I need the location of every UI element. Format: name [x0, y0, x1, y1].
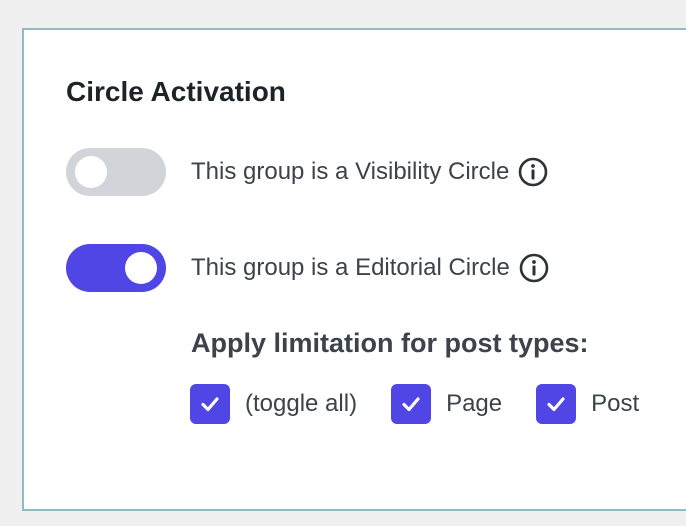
settings-panel: Circle Activation This group is a Visibi… [22, 28, 686, 511]
checkbox-label: Post [591, 390, 640, 417]
checkbox-page[interactable]: Page [391, 384, 502, 424]
post-types-heading: Apply limitation for post types: [191, 328, 589, 358]
checkbox-checked[interactable] [536, 384, 577, 424]
checkmark-icon [201, 397, 219, 412]
editorial-circle-label: This group is a Editorial Circle [191, 254, 510, 281]
visibility-circle-row: This group is a Visibility Circle [191, 156, 549, 188]
editorial-circle-row: This group is a Editorial Circle [191, 252, 550, 284]
toggle-knob [125, 252, 157, 284]
visibility-circle-label: This group is a Visibility Circle [191, 158, 510, 185]
checkbox-post[interactable]: Post [536, 384, 639, 424]
checkbox-toggle-all[interactable]: (toggle all) [190, 384, 357, 424]
visibility-circle-toggle[interactable] [66, 148, 166, 196]
checkmark-icon [547, 397, 565, 412]
toggle-knob [75, 156, 107, 188]
checkbox-checked[interactable] [190, 384, 230, 424]
info-icon[interactable] [518, 252, 550, 284]
editorial-circle-toggle[interactable] [66, 244, 166, 292]
checkbox-checked[interactable] [391, 384, 432, 424]
section-title: Circle Activation [66, 76, 286, 107]
checkbox-label: (toggle all) [245, 390, 358, 417]
checkmark-icon [402, 397, 420, 412]
checkbox-label: Page [446, 390, 503, 417]
info-icon[interactable] [517, 156, 549, 188]
post-types-checkboxes: (toggle all) Page Post [190, 384, 639, 424]
